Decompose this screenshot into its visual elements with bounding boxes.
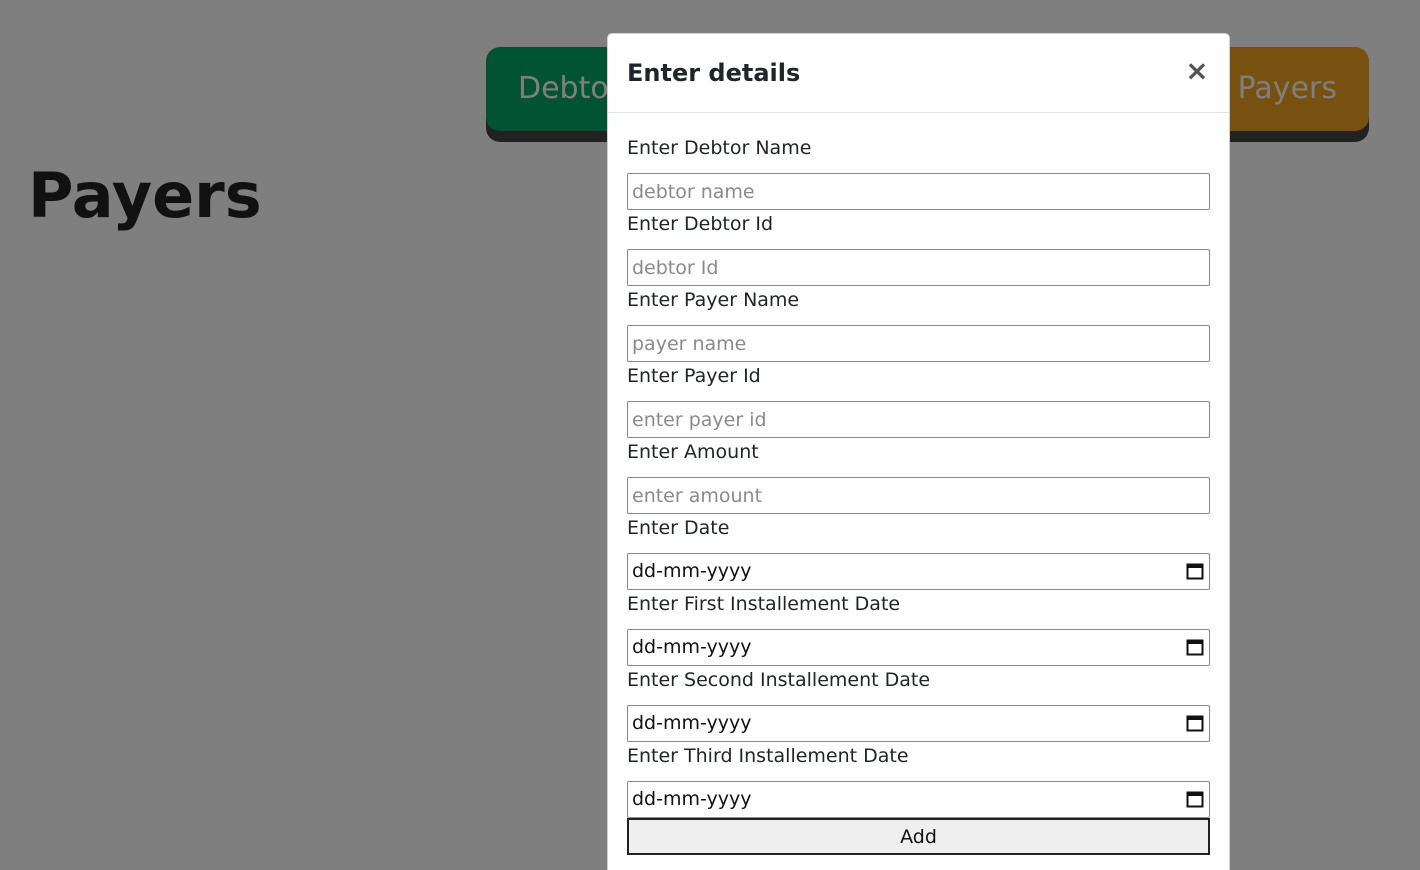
debtor-name-input[interactable] xyxy=(627,173,1210,210)
debtor-name-label: Enter Debtor Name xyxy=(627,137,812,159)
date-input[interactable]: dd-mm-yyyy xyxy=(627,553,1210,590)
calendar-icon[interactable] xyxy=(1186,638,1204,656)
modal-header: Enter details × xyxy=(608,34,1229,113)
first-installment-date-input[interactable]: dd-mm-yyyy xyxy=(627,629,1210,666)
debtor-id-input[interactable] xyxy=(627,249,1210,286)
second-installment-date-value: dd-mm-yyyy xyxy=(632,712,752,734)
third-installment-date-input[interactable]: dd-mm-yyyy xyxy=(627,781,1210,818)
calendar-icon[interactable] xyxy=(1186,562,1204,580)
first-installment-date-label: Enter First Installement Date xyxy=(627,593,901,615)
third-installment-date-value: dd-mm-yyyy xyxy=(632,788,752,810)
debtor-id-label: Enter Debtor Id xyxy=(627,213,774,235)
date-input-value: dd-mm-yyyy xyxy=(632,560,752,582)
calendar-icon[interactable] xyxy=(1186,790,1204,808)
modal-title: Enter details xyxy=(627,59,801,87)
payer-id-input[interactable] xyxy=(627,401,1210,438)
amount-label: Enter Amount xyxy=(627,441,759,463)
enter-details-modal: Enter details × Enter Debtor Name Enter … xyxy=(607,33,1230,870)
payer-name-label: Enter Payer Name xyxy=(627,289,800,311)
payer-id-label: Enter Payer Id xyxy=(627,365,761,387)
page-root: Debtors Enter Payers Payers Enter detail… xyxy=(0,0,1420,870)
second-installment-date-label: Enter Second Installement Date xyxy=(627,669,931,691)
modal-form: Enter Debtor Name Enter Debtor Id Enter … xyxy=(627,135,1210,855)
third-installment-date-label: Enter Third Installement Date xyxy=(627,745,909,767)
calendar-icon[interactable] xyxy=(1186,714,1204,732)
add-button[interactable]: Add xyxy=(627,818,1210,855)
first-installment-date-value: dd-mm-yyyy xyxy=(632,636,752,658)
amount-input[interactable] xyxy=(627,477,1210,514)
date-label: Enter Date xyxy=(627,517,730,539)
payer-name-input[interactable] xyxy=(627,325,1210,362)
second-installment-date-input[interactable]: dd-mm-yyyy xyxy=(627,705,1210,742)
close-icon[interactable]: × xyxy=(1185,56,1209,86)
